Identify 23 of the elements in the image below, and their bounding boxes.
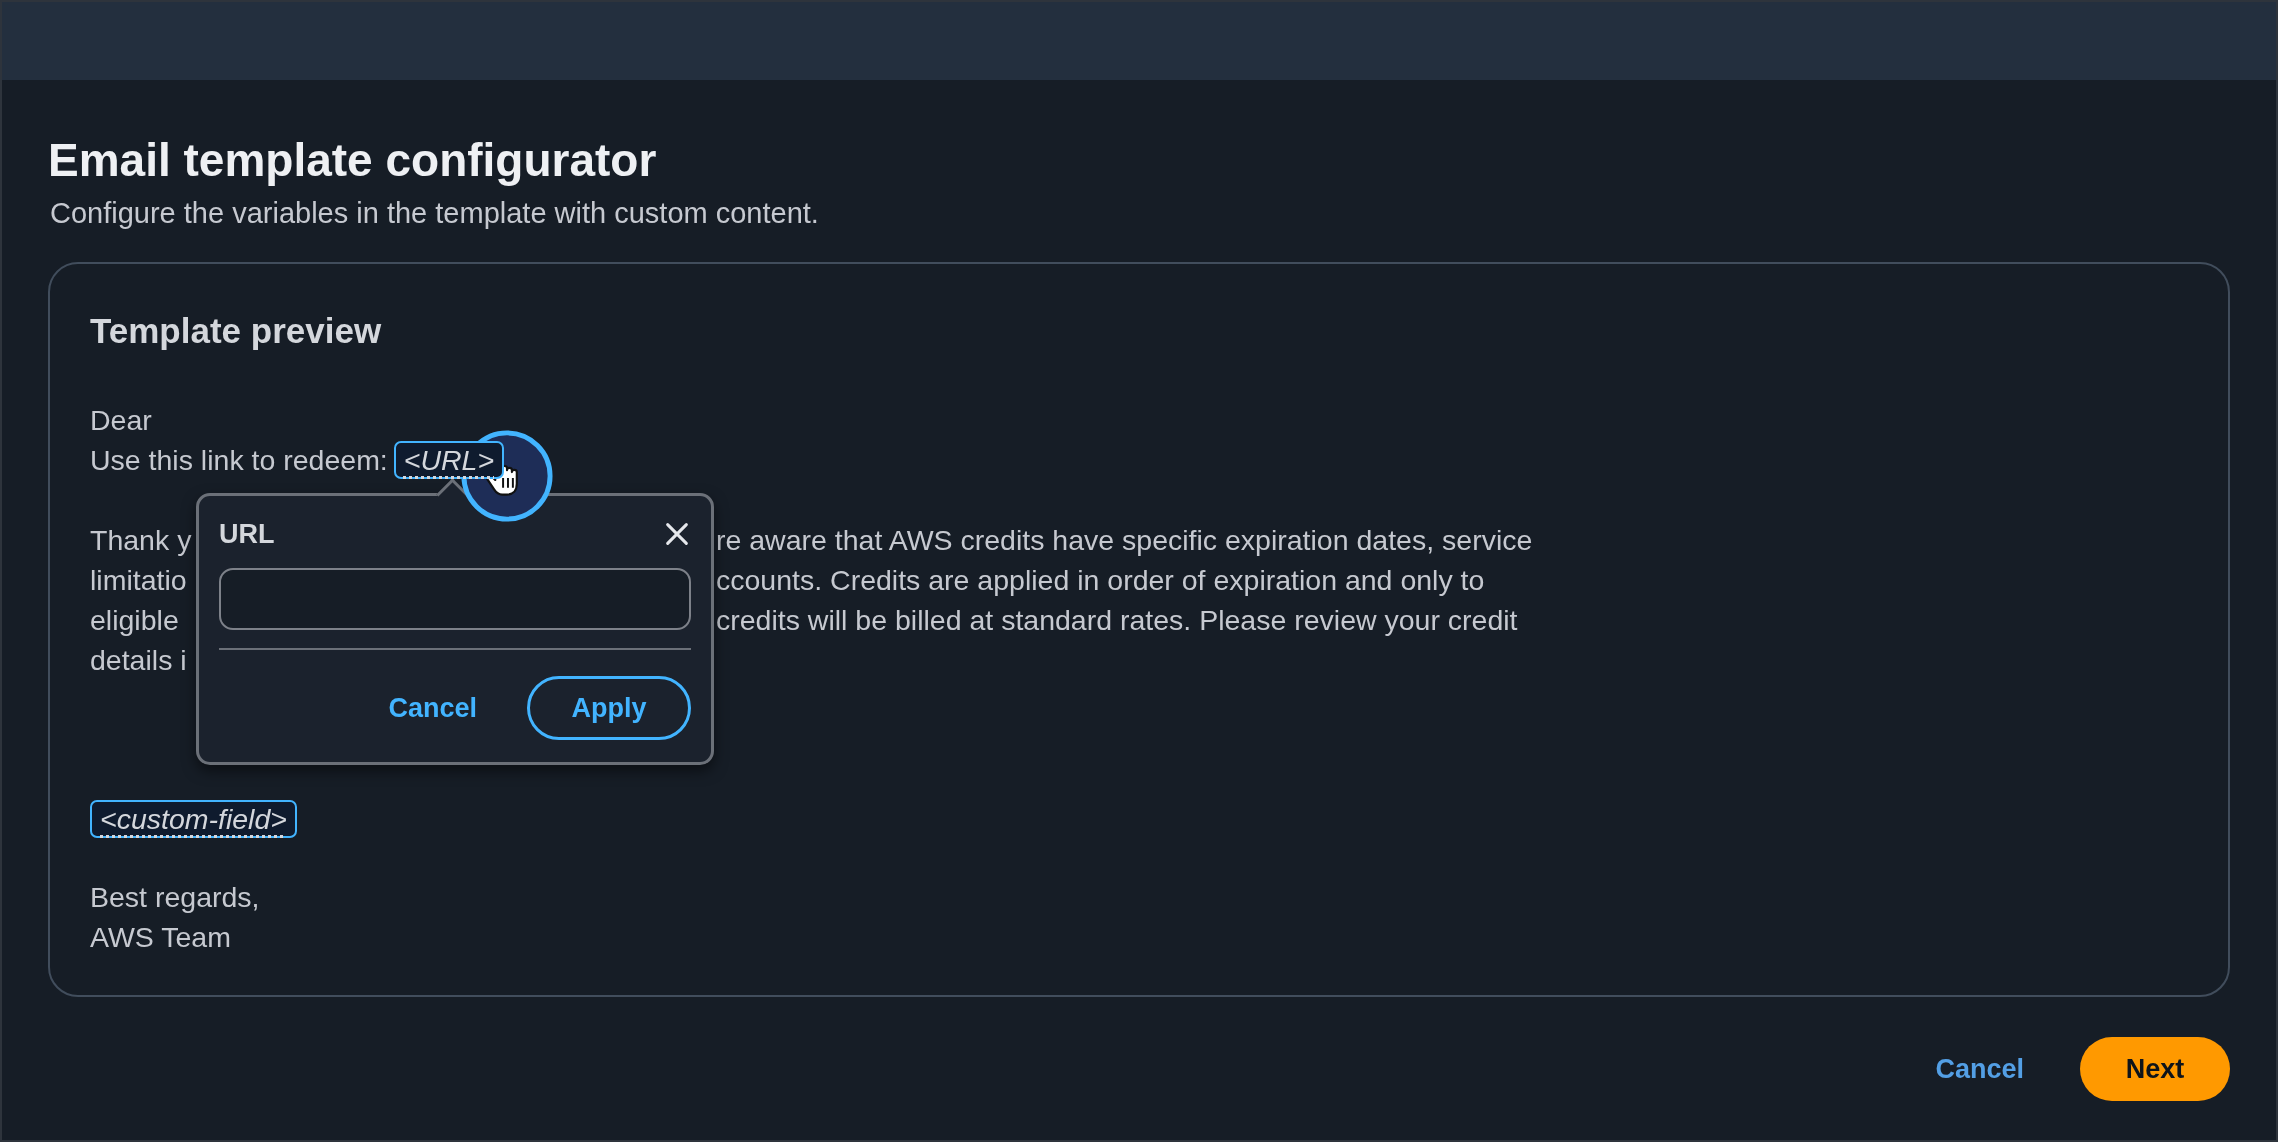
apply-button[interactable]: Apply <box>527 676 691 740</box>
closing-text: AWS Team <box>90 920 232 955</box>
greeting-text: Dear <box>90 403 153 438</box>
next-button[interactable]: Next <box>2080 1037 2230 1101</box>
paragraph-text: Thank y <box>90 523 193 558</box>
cancel-button[interactable]: Cancel <box>1919 1037 2040 1101</box>
paragraph-text: details i <box>90 643 188 678</box>
custom-field-token[interactable]: <custom-field> <box>90 800 297 838</box>
closing-text: Best regards, <box>90 880 261 915</box>
paragraph-text: re aware that AWS credits have specific expiration dates, service <box>716 523 1534 558</box>
paragraph-text: ccounts. Credits are applied in order of expiration and only to <box>716 563 1486 598</box>
url-variable-token[interactable]: <URL> <box>393 441 505 479</box>
cancel-button[interactable]: Cancel <box>372 676 493 740</box>
popover-title: URL <box>219 518 275 550</box>
close-icon[interactable] <box>663 520 691 548</box>
paragraph-text: eligible <box>90 603 180 638</box>
link-label: Use this link to redeem: <box>90 443 388 478</box>
page-description: Configure the variables in the template with custom content. <box>50 196 820 230</box>
page-title: Email template configurator <box>48 133 658 188</box>
url-input-field[interactable] <box>219 568 691 630</box>
preview-title: Template preview <box>90 310 383 352</box>
paragraph-text: credits will be billed at standard rates. Please review your credit <box>716 603 1519 638</box>
paragraph-text: limitatio <box>90 563 188 598</box>
